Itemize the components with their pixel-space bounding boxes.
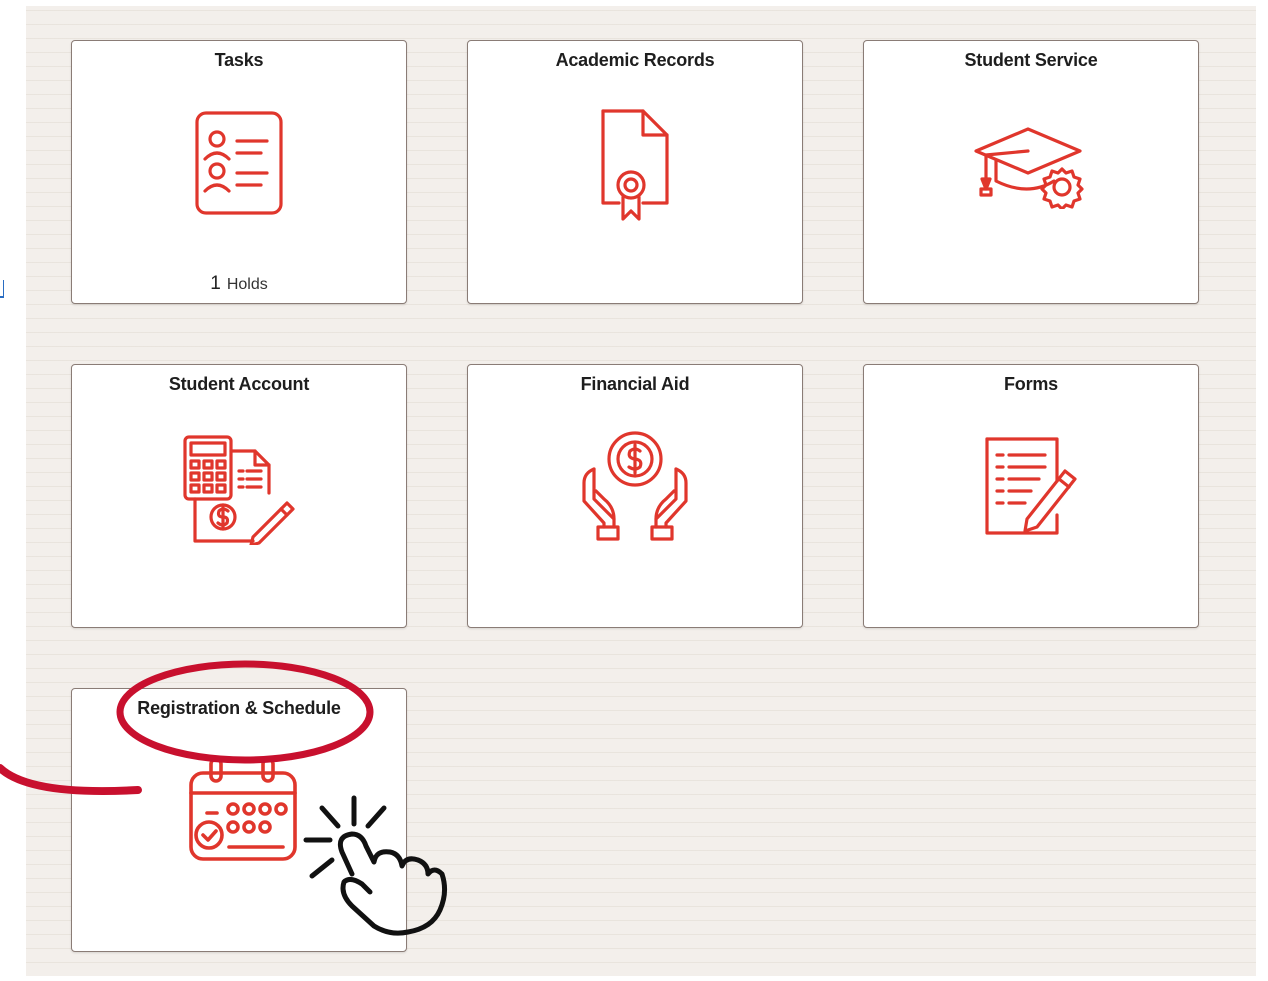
holds-count: 1 <box>210 273 221 294</box>
hands-coin-icon <box>468 429 802 543</box>
holds-label: Holds <box>226 276 268 293</box>
tile-student-account[interactable]: Student Account <box>71 364 407 628</box>
certificate-document-icon <box>468 107 802 223</box>
holds-indicator[interactable]: 1 Holds <box>72 273 406 295</box>
calendar-check-icon <box>72 755 406 863</box>
tile-title: Student Account <box>168 374 310 394</box>
task-list-icon <box>72 107 406 219</box>
edge-link-fragment[interactable] <box>0 280 4 298</box>
tile-student-service[interactable]: Student Service <box>863 40 1199 304</box>
tile-title: Student Service <box>964 50 1098 70</box>
tile-academic-records[interactable]: Academic Records <box>467 40 803 304</box>
tile-registration-schedule[interactable]: Registration & Schedule <box>71 688 407 952</box>
tile-title: Forms <box>1003 374 1058 394</box>
form-pencil-icon <box>864 435 1198 537</box>
tile-title: Academic Records <box>555 50 715 70</box>
tile-forms[interactable]: Forms <box>863 364 1199 628</box>
tile-title: Registration & Schedule <box>137 698 341 718</box>
tile-title: Tasks <box>214 50 264 70</box>
tile-financial-aid[interactable]: Financial Aid <box>467 364 803 628</box>
tile-tasks[interactable]: Tasks 1 Holds <box>71 40 407 304</box>
calculator-bill-icon <box>72 433 406 545</box>
graduation-cap-gear-icon <box>864 123 1198 209</box>
tile-title: Financial Aid <box>580 374 690 394</box>
